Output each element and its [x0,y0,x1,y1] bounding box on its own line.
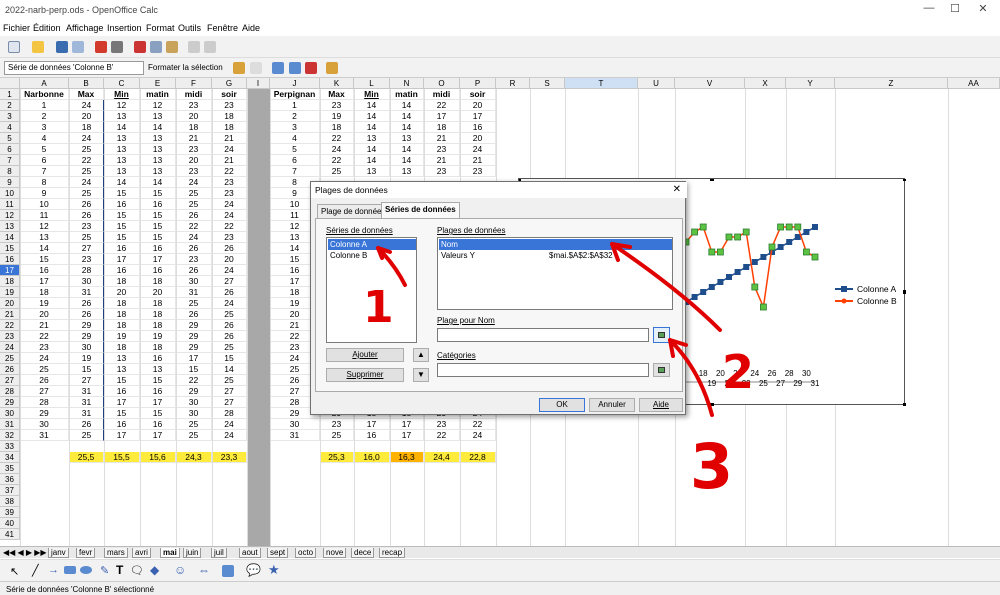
arrow-to-series [376,246,407,287]
arrow-to-range-button [668,338,714,417]
annotation-overlay: 1 2 3 [363,242,754,503]
annotation-arrows [376,242,722,417]
arrow-to-name-range [610,242,722,332]
annotation-number-1: 1 [363,282,394,333]
annotation-number-3: 3 [690,430,733,503]
annotation-number-2: 2 [722,345,754,399]
